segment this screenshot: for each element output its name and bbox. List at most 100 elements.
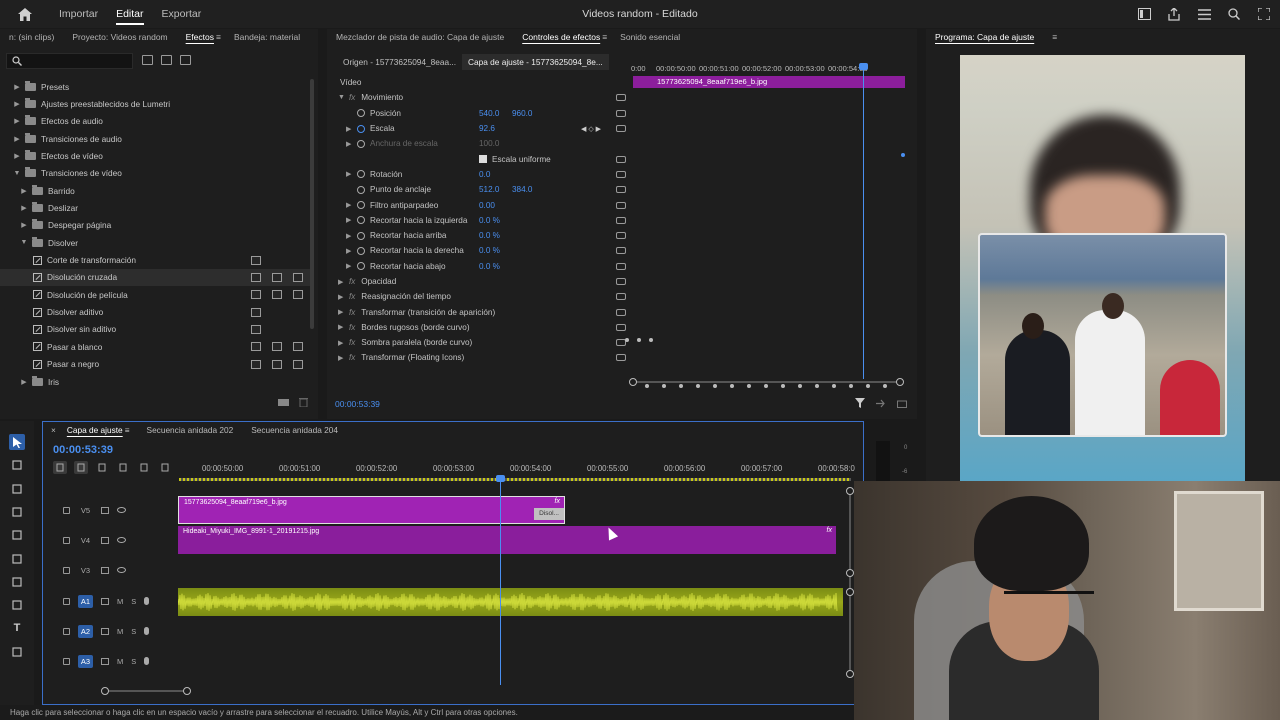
effect-controls-zoom-slider[interactable]	[629, 378, 904, 386]
export-frame-icon[interactable]	[897, 399, 907, 408]
hand-tool-icon[interactable]	[9, 597, 25, 613]
solo-button[interactable]: S	[131, 597, 136, 606]
timeline-horizontal-scrollbar[interactable]	[101, 687, 191, 695]
mute-button[interactable]: M	[117, 597, 123, 606]
stopwatch-icon[interactable]	[357, 231, 365, 240]
sync-lock-icon[interactable]	[101, 627, 109, 635]
tree-item-transiciones-de-audio[interactable]: ▶ Transiciones de audio	[0, 130, 310, 147]
track-label[interactable]: V4	[78, 534, 93, 547]
keyframe-marker[interactable]	[798, 384, 802, 388]
chevron-right-icon[interactable]: ▶	[12, 135, 22, 143]
program-video-frame[interactable]	[960, 55, 1245, 481]
tree-item-disolver-aditivo[interactable]: Disolver aditivo	[0, 303, 310, 320]
chevron-right-icon[interactable]: ▶	[12, 83, 22, 91]
clip-v5[interactable]: 15773625094_8eaaf719e6_b.jpg fx	[178, 496, 565, 524]
microphone-icon[interactable]	[144, 657, 150, 665]
property-value[interactable]: 92.6	[479, 124, 495, 133]
chevron-right-icon[interactable]: ▶	[338, 354, 349, 362]
chevron-right-icon[interactable]: ▶	[19, 204, 29, 212]
panel-menu-icon[interactable]: ≡	[602, 32, 611, 42]
keyframe-marker[interactable]	[637, 338, 641, 342]
search-help-icon[interactable]	[1226, 6, 1242, 22]
reset-icon[interactable]	[616, 186, 626, 194]
keyframe-marker[interactable]	[645, 384, 649, 388]
reset-icon[interactable]	[616, 247, 626, 255]
property-value[interactable]: 0.0 %	[479, 231, 500, 240]
tree-item-corte-de-transformacion[interactable]: Corte de transformación	[0, 251, 310, 268]
sequence-tab-secuencia-anidada-202[interactable]: Secuencia anidada 202	[138, 425, 243, 435]
reset-icon[interactable]	[616, 201, 626, 209]
tree-item-iris[interactable]: ▶ Iris	[0, 373, 310, 390]
sync-lock-icon[interactable]	[101, 597, 109, 605]
effects-scrollbar[interactable]	[310, 79, 314, 329]
reset-icon[interactable]	[616, 155, 626, 163]
track-label[interactable]: A1	[78, 594, 93, 608]
eye-icon[interactable]	[117, 537, 126, 543]
fx-icon[interactable]: fx	[349, 353, 355, 362]
tab-sonido-esencial[interactable]: Sonido esencial	[611, 32, 689, 42]
tree-item-presets[interactable]: ▶ Presets	[0, 78, 310, 95]
caption-tool-icon[interactable]	[9, 644, 25, 660]
property-reasignacion-del-tiempo[interactable]: ▶ fx Reasignación del tiempo	[327, 289, 627, 304]
track-label[interactable]: V5	[78, 504, 93, 517]
property-transformar-floating-icons[interactable]: ▶ fx Transformar (Floating Icons)	[327, 350, 627, 365]
linked-selection-icon[interactable]	[95, 461, 109, 474]
source-tab[interactable]: Origen - 15773625094_8eaa...	[337, 54, 462, 70]
chevron-right-icon[interactable]: ▶	[346, 216, 357, 224]
fx-icon[interactable]: fx	[349, 338, 355, 347]
menu-exportar[interactable]: Exportar	[153, 0, 211, 28]
chevron-right-icon[interactable]: ▶	[19, 378, 29, 386]
fx-icon[interactable]: fx	[349, 93, 355, 102]
rectangle-tool-icon[interactable]	[9, 574, 25, 590]
share-icon[interactable]	[1166, 6, 1182, 22]
stopwatch-icon[interactable]	[357, 262, 365, 271]
stopwatch-icon[interactable]	[357, 216, 365, 225]
reset-icon[interactable]	[616, 232, 626, 240]
snap-icon[interactable]	[74, 461, 88, 474]
tree-item-pasar-a-blanco[interactable]: Pasar a blanco	[0, 338, 310, 355]
tree-item-barrido[interactable]: ▶ Barrido	[0, 182, 310, 199]
stopwatch-icon[interactable]	[357, 124, 365, 133]
tab-proyecto-videos-random[interactable]: Proyecto: Videos random	[63, 32, 176, 42]
keyframe-marker[interactable]	[901, 153, 905, 157]
property-transformar-transicion-de-aparicion[interactable]: ▶ fx Transformar (transición de aparición)	[327, 304, 627, 319]
keyframe-marker[interactable]	[764, 384, 768, 388]
tree-item-disolucion-de-pelicula[interactable]: Disolución de película	[0, 286, 310, 303]
chevron-right-icon[interactable]: ▶	[346, 140, 357, 148]
lock-icon[interactable]	[63, 536, 70, 544]
chevron-right-icon[interactable]: ▶	[346, 170, 357, 178]
play-only-audio-icon[interactable]	[876, 399, 886, 408]
keyframe-marker[interactable]	[866, 384, 870, 388]
keyframe-marker[interactable]	[679, 384, 683, 388]
chevron-right-icon[interactable]: ▶	[346, 247, 357, 255]
keyframe-marker[interactable]	[662, 384, 666, 388]
tree-item-disolver-sin-aditivo[interactable]: Disolver sin aditivo	[0, 321, 310, 338]
tree-item-efectos-de-audio[interactable]: ▶ Efectos de audio	[0, 113, 310, 130]
timeline-playhead[interactable]	[496, 475, 505, 685]
mute-button[interactable]: M	[117, 657, 123, 666]
tab-bandeja-material[interactable]: Bandeja: material	[225, 32, 309, 42]
clip-v4[interactable]: Hideaki_Miyuki_IMG_8991-1_20191215.jpg fx	[178, 526, 836, 554]
new-bin-icon[interactable]	[278, 397, 289, 406]
reset-icon[interactable]	[616, 293, 626, 301]
lock-icon[interactable]	[63, 506, 70, 514]
stopwatch-icon[interactable]	[357, 201, 365, 210]
property-value[interactable]: 100.0	[479, 139, 500, 148]
chevron-right-icon[interactable]: ▶	[338, 293, 349, 301]
pen-tool-icon[interactable]	[9, 551, 25, 567]
chevron-right-icon[interactable]: ▶	[346, 262, 357, 270]
timeline-ruler[interactable]: 00:00:50:00 00:00:51:00 00:00:52:00 00:00:5…	[179, 460, 855, 482]
reset-icon[interactable]	[616, 262, 626, 270]
property-posicion[interactable]: Posición 540.0 960.0	[327, 106, 627, 121]
keyframe-marker[interactable]	[849, 384, 853, 388]
scroll-handle-mid[interactable]	[846, 569, 854, 577]
scroll-handle-bottom[interactable]	[846, 670, 854, 678]
property-sombra-paralela-borde-curvo[interactable]: ▶ fx Sombra paralela (borde curvo)	[327, 335, 627, 350]
keyframe-marker[interactable]	[815, 384, 819, 388]
fx-icon[interactable]: fx	[349, 292, 355, 301]
tab-n-sin-clips[interactable]: n: (sin clips)	[0, 32, 63, 42]
fx-icon[interactable]: fx	[349, 277, 355, 286]
fx-icon[interactable]: fx	[349, 308, 355, 317]
tree-item-efectos-de-video[interactable]: ▶ Efectos de vídeo	[0, 147, 310, 164]
stopwatch-icon[interactable]	[357, 139, 365, 148]
